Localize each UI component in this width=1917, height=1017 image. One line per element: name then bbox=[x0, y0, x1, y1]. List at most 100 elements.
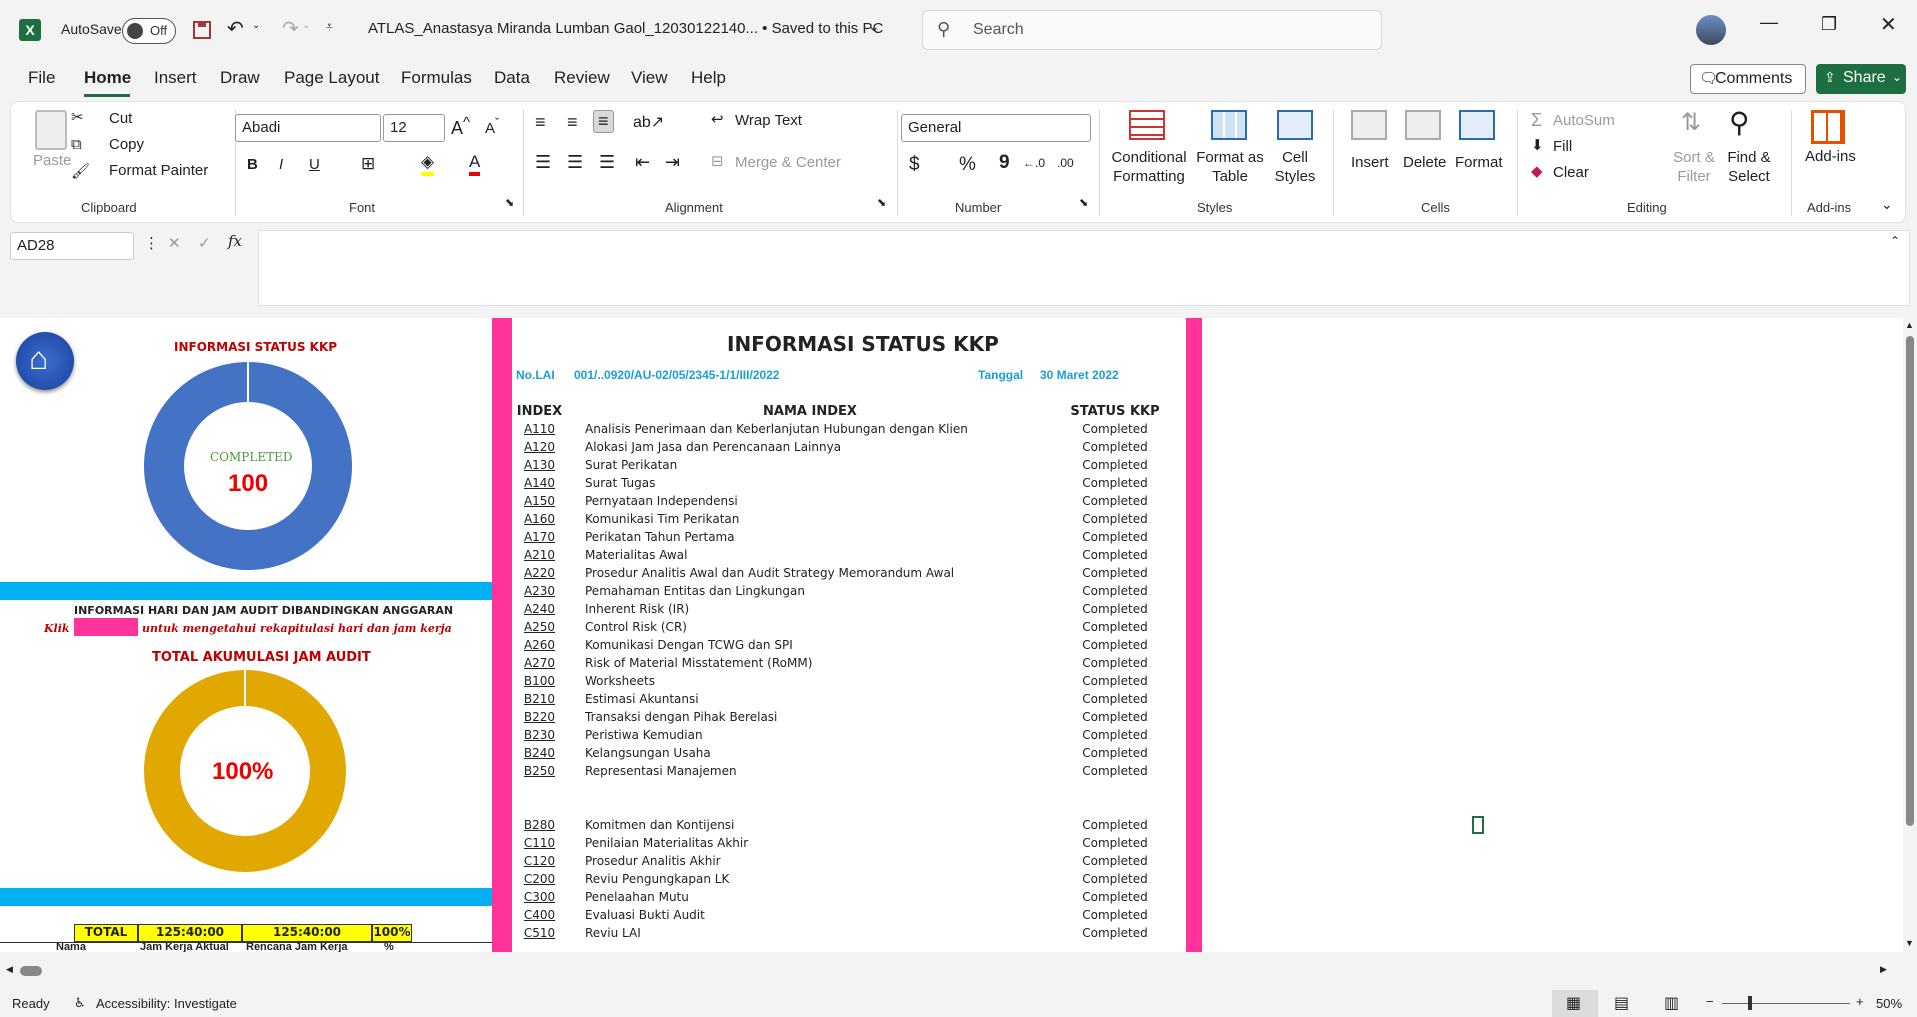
font-size-select[interactable]: 12 bbox=[383, 114, 445, 142]
kkp-index-code[interactable]: B250 bbox=[512, 762, 567, 780]
decrease-font-icon[interactable]: Aˇ bbox=[485, 116, 499, 137]
zoom-slider[interactable] bbox=[1722, 1003, 1850, 1004]
sort-filter-icon[interactable]: ⇅ bbox=[1681, 108, 1701, 137]
delete-cells-icon[interactable] bbox=[1405, 110, 1441, 140]
horizontal-scrollbar[interactable]: ◀ ▶ bbox=[0, 956, 1903, 986]
underline-button[interactable]: U bbox=[309, 156, 320, 173]
scroll-up-icon[interactable]: ▲ bbox=[1905, 320, 1914, 330]
wrap-text-button[interactable]: Wrap Text bbox=[735, 112, 802, 129]
insert-function-button[interactable]: fx bbox=[228, 232, 242, 250]
decrease-indent-icon[interactable]: ⇤ bbox=[635, 152, 650, 173]
merge-center-button[interactable]: Merge & Center bbox=[735, 154, 841, 171]
kkp-index-code[interactable]: B210 bbox=[512, 690, 567, 708]
menu-view[interactable]: View bbox=[631, 68, 668, 88]
document-title[interactable]: ATLAS_Anastasya Miranda Lumban Gaol_1203… bbox=[368, 20, 883, 37]
copy-icon[interactable]: ⧉ bbox=[71, 136, 82, 153]
percent-button[interactable]: % bbox=[959, 154, 976, 176]
align-right-icon[interactable]: ☰ bbox=[599, 152, 615, 173]
horizontal-scroll-thumb[interactable] bbox=[20, 966, 42, 976]
kkp-index-code[interactable]: B230 bbox=[512, 726, 567, 744]
alignment-launcher-icon[interactable]: ⬊ bbox=[877, 196, 886, 209]
sort-filter-button[interactable]: Sort & Filter bbox=[1669, 148, 1719, 186]
close-icon[interactable]: ✕ bbox=[1880, 12, 1897, 37]
undo-dropdown-icon[interactable]: ⌄ bbox=[252, 20, 260, 31]
kkp-index-code[interactable]: C400 bbox=[512, 906, 567, 924]
cell-styles-icon[interactable] bbox=[1277, 110, 1313, 140]
formula-collapse-icon[interactable]: ⌃ bbox=[1890, 234, 1900, 248]
fill-button[interactable]: Fill bbox=[1553, 138, 1572, 155]
font-color-icon[interactable]: A bbox=[469, 152, 481, 176]
wrap-text-icon[interactable]: ↩ bbox=[711, 110, 724, 128]
avatar[interactable] bbox=[1696, 15, 1726, 45]
share-button[interactable]: ⇪ Share ⌄ bbox=[1816, 64, 1906, 94]
zoom-level[interactable]: 50% bbox=[1876, 996, 1902, 1011]
kkp-index-code[interactable]: B100 bbox=[512, 672, 567, 690]
merge-icon[interactable]: ⊟ bbox=[711, 152, 724, 170]
kkp-index-code[interactable]: C120 bbox=[512, 852, 567, 870]
font-launcher-icon[interactable]: ⬊ bbox=[505, 196, 514, 209]
menu-page-layout[interactable]: Page Layout bbox=[284, 68, 379, 88]
undo-icon[interactable]: ↶ bbox=[227, 16, 244, 41]
accessibility-icon[interactable]: ♿ bbox=[74, 995, 86, 1011]
title-chevron-down-icon[interactable]: ⌄ bbox=[868, 18, 880, 35]
menu-formulas[interactable]: Formulas bbox=[401, 68, 472, 88]
minimize-icon[interactable]: — bbox=[1760, 12, 1778, 33]
cut-button[interactable]: Cut bbox=[109, 110, 132, 127]
menu-review[interactable]: Review bbox=[554, 68, 610, 88]
autosave-toggle[interactable]: Off bbox=[122, 18, 176, 44]
fill-color-icon[interactable]: ◈ bbox=[421, 152, 435, 176]
kkp-index-code[interactable]: A260 bbox=[512, 636, 567, 654]
bold-button[interactable]: B bbox=[247, 156, 258, 173]
italic-button[interactable]: I bbox=[279, 156, 283, 173]
enter-icon[interactable]: ✓ bbox=[198, 234, 211, 252]
menu-draw[interactable]: Draw bbox=[220, 68, 260, 88]
rekap-link-button[interactable] bbox=[74, 618, 138, 636]
kkp-index-code[interactable]: A150 bbox=[512, 492, 567, 510]
kkp-index-code[interactable]: A210 bbox=[512, 546, 567, 564]
format-as-table-icon[interactable] bbox=[1211, 110, 1247, 140]
autosum-icon[interactable]: Σ bbox=[1531, 110, 1542, 131]
kkp-index-code[interactable]: C510 bbox=[512, 924, 567, 942]
page-layout-view-icon[interactable]: ▤ bbox=[1614, 993, 1629, 1013]
insert-cells-icon[interactable] bbox=[1351, 110, 1387, 140]
kkp-index-code[interactable]: C110 bbox=[512, 834, 567, 852]
format-cells-icon[interactable] bbox=[1459, 110, 1495, 140]
kkp-index-code[interactable]: A220 bbox=[512, 564, 567, 582]
kkp-index-code[interactable]: A170 bbox=[512, 528, 567, 546]
autosum-button[interactable]: AutoSum bbox=[1553, 112, 1615, 129]
kkp-index-code[interactable] bbox=[512, 798, 567, 816]
kkp-index-code[interactable]: B280 bbox=[512, 816, 567, 834]
kkp-index-code[interactable]: A140 bbox=[512, 474, 567, 492]
kkp-index-code[interactable]: A230 bbox=[512, 582, 567, 600]
zoom-slider-thumb[interactable] bbox=[1748, 996, 1752, 1010]
find-select-button[interactable]: Find & Select bbox=[1723, 148, 1775, 186]
cancel-icon[interactable]: ✕ bbox=[168, 234, 181, 252]
format-as-table-button[interactable]: Format as Table bbox=[1195, 148, 1265, 186]
menu-data[interactable]: Data bbox=[494, 68, 530, 88]
selected-cell[interactable] bbox=[1472, 816, 1484, 834]
conditional-formatting-icon[interactable] bbox=[1129, 110, 1165, 140]
kkp-index-code[interactable]: A130 bbox=[512, 456, 567, 474]
search-box[interactable]: ⚲ Search bbox=[922, 10, 1382, 50]
menu-file[interactable]: File bbox=[28, 68, 55, 88]
vertical-scroll-thumb[interactable] bbox=[1906, 336, 1914, 826]
number-launcher-icon[interactable]: ⬊ bbox=[1079, 196, 1088, 209]
align-top-icon[interactable]: ≡ bbox=[535, 112, 546, 133]
kkp-index-code[interactable]: A110 bbox=[512, 420, 567, 438]
accessibility-status[interactable]: Accessibility: Investigate bbox=[96, 996, 237, 1011]
clear-icon[interactable]: ◆ bbox=[1531, 162, 1543, 180]
clear-button[interactable]: Clear bbox=[1553, 164, 1589, 181]
align-middle-icon[interactable]: ≡ bbox=[567, 112, 578, 133]
kkp-index-code[interactable]: C300 bbox=[512, 888, 567, 906]
cut-icon[interactable]: ✂ bbox=[71, 108, 84, 126]
zoom-in-icon[interactable]: + bbox=[1856, 994, 1864, 1009]
kkp-index-code[interactable]: A240 bbox=[512, 600, 567, 618]
format-cells-button[interactable]: Format bbox=[1455, 154, 1503, 171]
page-break-view-icon[interactable]: ▥ bbox=[1664, 993, 1679, 1013]
comma-button[interactable]: 9 bbox=[999, 152, 1010, 174]
align-left-icon[interactable]: ☰ bbox=[535, 152, 551, 173]
restore-icon[interactable]: ❐ bbox=[1821, 14, 1837, 35]
comments-button[interactable]: 🗨 Comments bbox=[1690, 64, 1806, 94]
vertical-scrollbar[interactable]: ▲ ▼ bbox=[1903, 318, 1917, 952]
increase-font-icon[interactable]: A^ bbox=[451, 114, 470, 139]
